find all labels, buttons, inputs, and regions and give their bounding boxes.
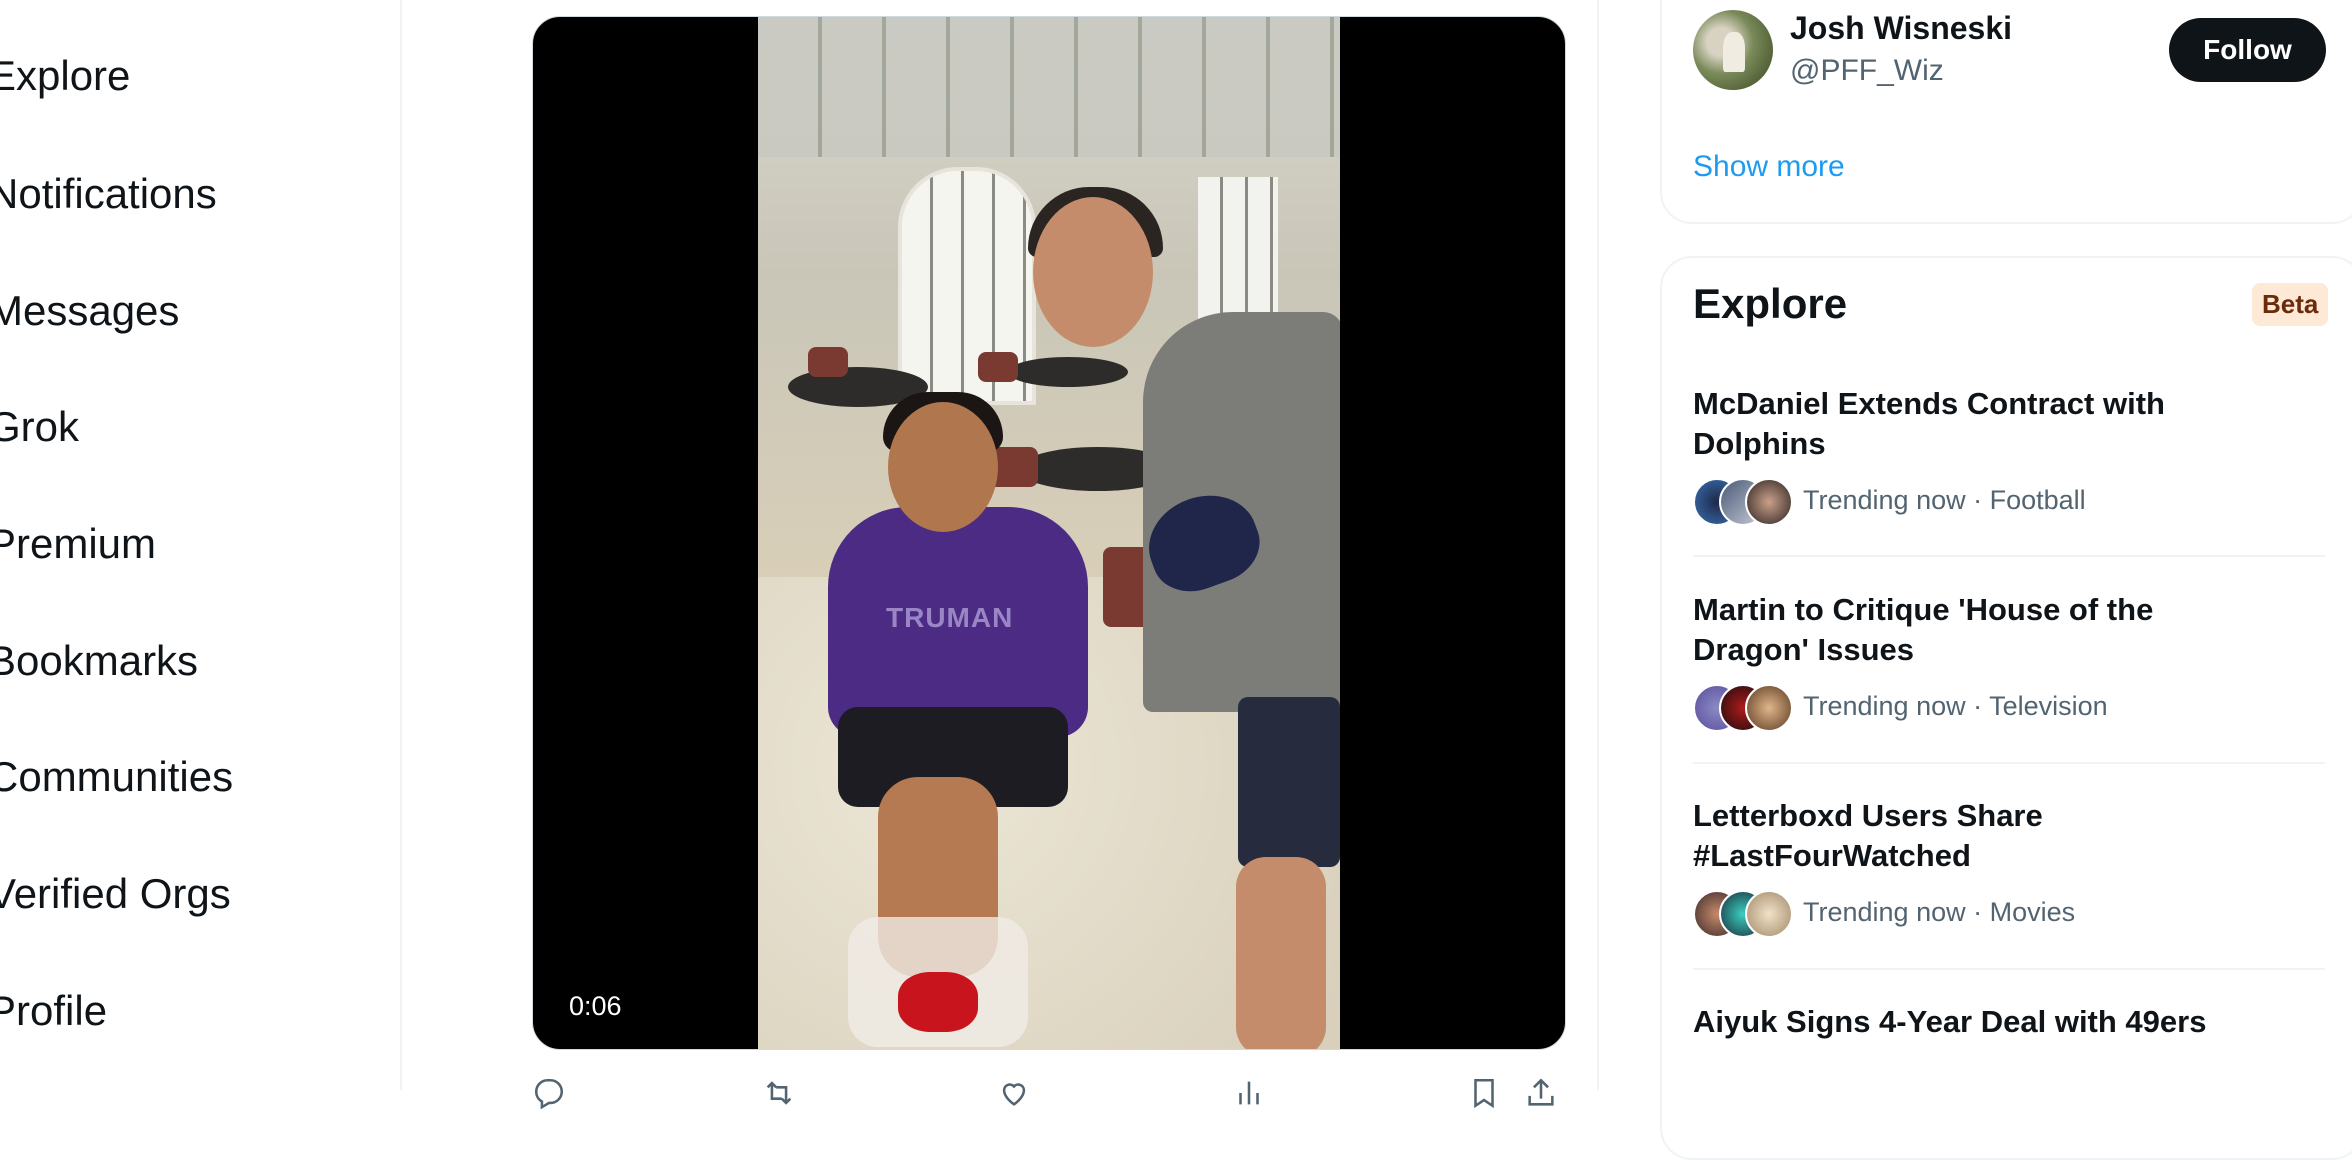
show-more-link[interactable]: Show more bbox=[1693, 150, 1845, 184]
standing-person-legs bbox=[1236, 857, 1326, 1049]
share-button[interactable] bbox=[1524, 1076, 1558, 1110]
seated-person-head bbox=[888, 402, 998, 532]
trend-meta-row: Trending now · Television bbox=[1693, 684, 2333, 732]
video-player[interactable]: TRUMAN 0:06 bbox=[532, 16, 1566, 1050]
views-button[interactable] bbox=[1232, 1076, 1276, 1110]
bookmark-button[interactable] bbox=[1467, 1076, 1501, 1110]
trend-item[interactable]: Letterboxd Users Share #LastFourWatched … bbox=[1693, 796, 2333, 938]
follow-button[interactable]: Follow bbox=[2169, 18, 2326, 82]
standing-person-shorts bbox=[1238, 697, 1340, 867]
right-column-divider bbox=[1597, 0, 1599, 1090]
beta-badge: Beta bbox=[2252, 283, 2329, 326]
nav-item-messages[interactable]: Messages bbox=[0, 287, 179, 335]
video-frame: TRUMAN bbox=[758, 17, 1340, 1049]
bookmark-icon bbox=[1474, 1078, 1494, 1109]
nav-item-verified-orgs[interactable]: Verified Orgs bbox=[0, 870, 231, 918]
nav-item-notifications[interactable]: Notifications bbox=[0, 170, 217, 218]
reply-icon bbox=[534, 1078, 563, 1110]
trend-title: McDaniel Extends Contract with Dolphins bbox=[1693, 386, 2165, 461]
nav-item-profile[interactable]: Profile bbox=[0, 987, 107, 1035]
avatar[interactable] bbox=[1693, 10, 1773, 90]
nav-item-explore[interactable]: Explore bbox=[0, 52, 130, 100]
trend-meta: Trending now · Movies bbox=[1803, 896, 2076, 927]
trend-divider bbox=[1693, 555, 2325, 557]
table bbox=[1008, 357, 1128, 387]
reply-button[interactable] bbox=[532, 1076, 576, 1110]
avatar bbox=[1745, 684, 1793, 732]
trend-title: Letterboxd Users Share #LastFourWatched bbox=[1693, 798, 2043, 873]
repost-button[interactable] bbox=[762, 1076, 806, 1110]
trend-title: Aiyuk Signs 4-Year Deal with 49ers bbox=[1693, 1004, 2207, 1039]
trend-meta: Trending now · Television bbox=[1803, 690, 2108, 721]
avatar bbox=[1745, 478, 1793, 526]
share-icon bbox=[1528, 1078, 1554, 1106]
ceiling-tiles bbox=[758, 17, 1340, 157]
trend-avatars bbox=[1693, 890, 1793, 938]
red-object bbox=[898, 972, 978, 1032]
chair bbox=[978, 352, 1018, 382]
trend-meta-row: Trending now · Movies bbox=[1693, 890, 2333, 938]
account-name[interactable]: Josh Wisneski bbox=[1790, 10, 2012, 47]
nav-item-bookmarks[interactable]: Bookmarks bbox=[0, 637, 198, 685]
trend-meta-row: Trending now · Football bbox=[1693, 478, 2333, 526]
trend-avatars bbox=[1693, 478, 1793, 526]
trend-item[interactable]: Aiyuk Signs 4-Year Deal with 49ers bbox=[1693, 1002, 2333, 1042]
heart-icon bbox=[1002, 1083, 1026, 1106]
trend-avatars bbox=[1693, 684, 1793, 732]
trend-item[interactable]: Martin to Critique 'House of the Dragon'… bbox=[1693, 590, 2333, 732]
shirt-text: TRUMAN bbox=[886, 602, 1014, 633]
trend-divider bbox=[1693, 762, 2325, 764]
tweet-actions bbox=[532, 1072, 1564, 1110]
avatar bbox=[1745, 890, 1793, 938]
left-column-divider bbox=[400, 0, 402, 1090]
standing-person-head bbox=[1033, 197, 1153, 347]
views-icon bbox=[1239, 1081, 1259, 1105]
trend-item[interactable]: McDaniel Extends Contract with Dolphins … bbox=[1693, 384, 2333, 526]
trend-divider bbox=[1693, 968, 2325, 970]
trend-title: Martin to Critique 'House of the Dragon'… bbox=[1693, 592, 2154, 667]
nav-item-grok[interactable]: Grok bbox=[0, 403, 79, 451]
chair bbox=[808, 347, 848, 377]
nav-item-communities[interactable]: Communities bbox=[0, 753, 233, 801]
nav-item-premium[interactable]: Premium bbox=[0, 520, 156, 568]
trend-meta: Trending now · Football bbox=[1803, 484, 2086, 515]
repost-icon bbox=[766, 1081, 792, 1105]
video-timestamp: 0:06 bbox=[563, 989, 628, 1024]
account-handle[interactable]: @PFF_Wiz bbox=[1790, 54, 1944, 88]
left-navigation: Explore Notifications Messages Grok Prem… bbox=[0, 0, 400, 1090]
explore-heading: Explore bbox=[1693, 280, 1848, 327]
like-button[interactable] bbox=[997, 1076, 1041, 1110]
